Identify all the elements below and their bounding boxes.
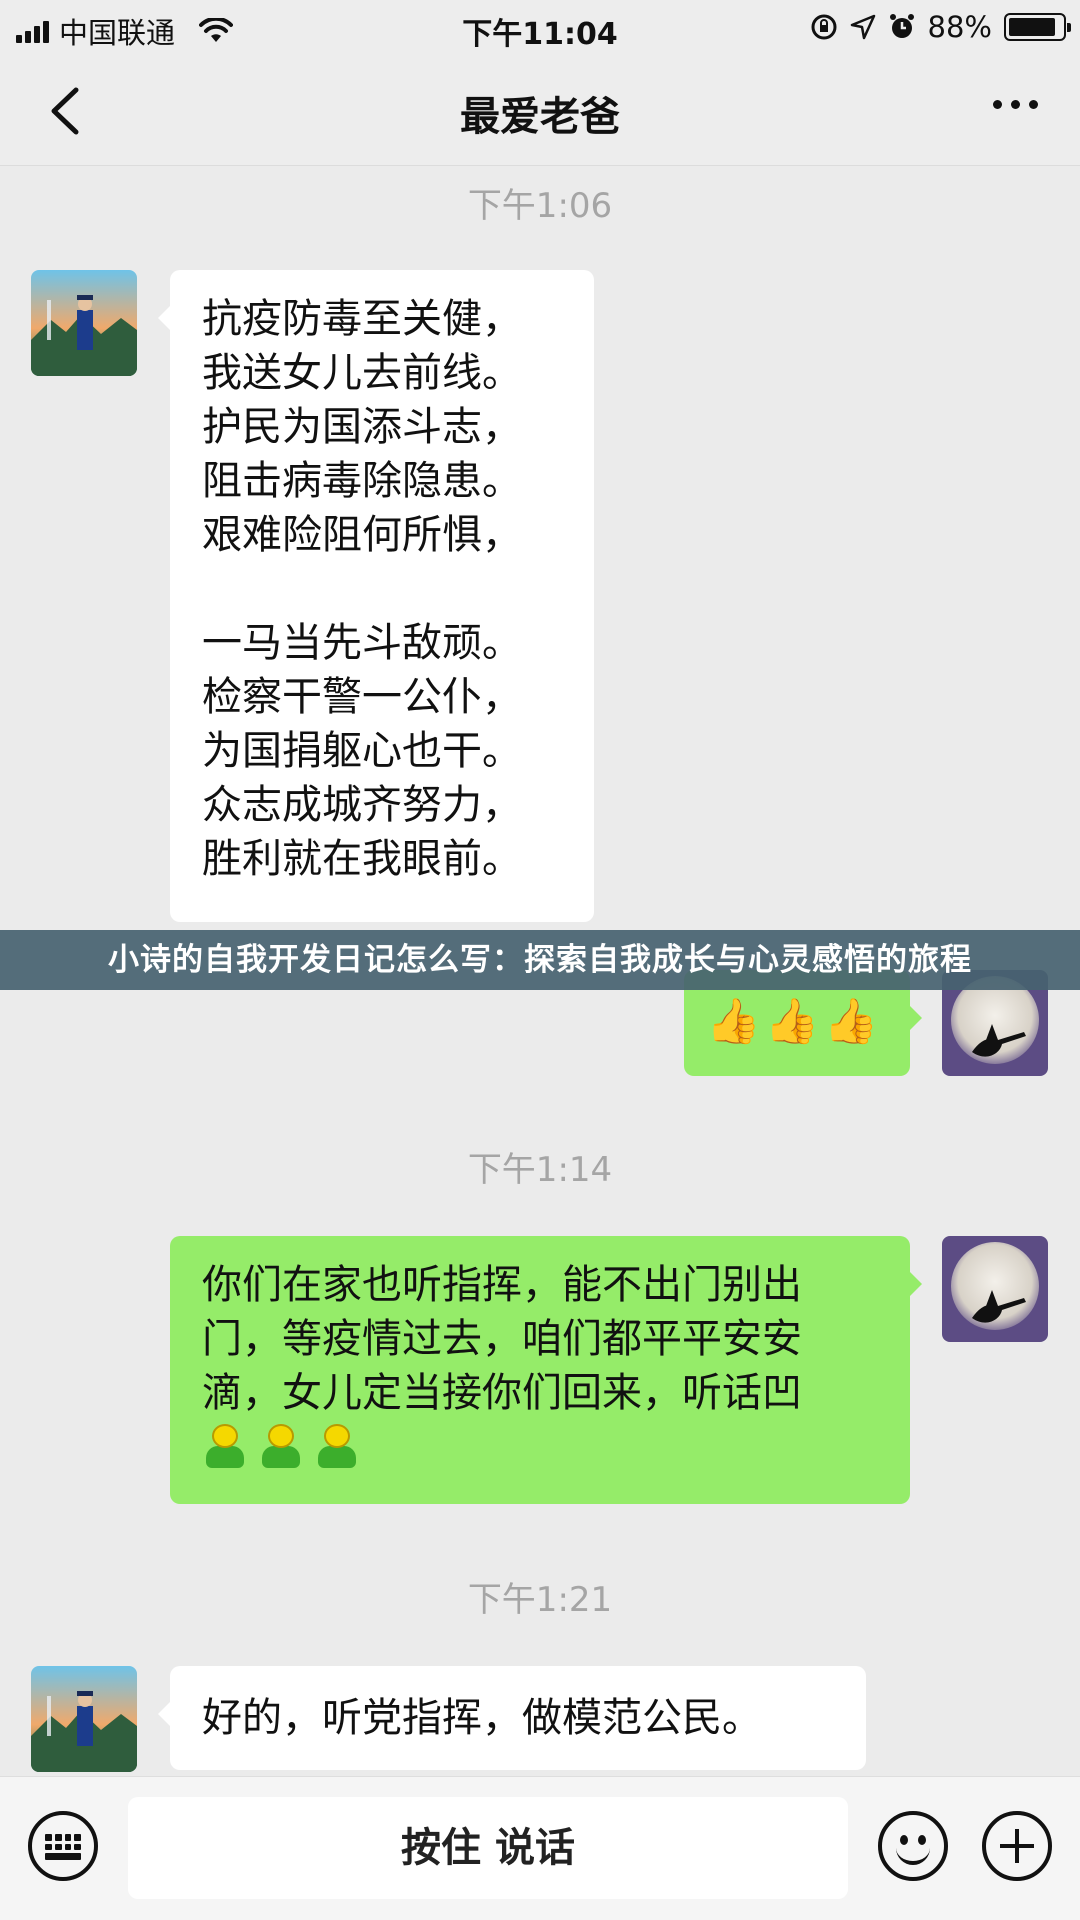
plus-icon[interactable] [982,1811,1052,1881]
message-line: 阻击病毒除隐患。 [202,458,522,504]
message-bubble-incoming[interactable]: 抗疫防毒至关健， 我送女儿去前线。 护民为国添斗志， 阻击病毒除隐患。 艰难险阻… [158,270,594,922]
thumbs-up-emoji: 👍👍👍 [706,996,883,1047]
input-bar: 按住 说话 [0,1776,1080,1920]
rotation-lock-icon [811,14,837,40]
battery-percent: 88% [927,10,992,44]
message-line: 滴，女儿定当接你们回来，听话凹 [202,1370,802,1416]
message-line: 抗疫防毒至关健， [202,296,522,342]
green-character-icon [202,1424,248,1470]
message-line: 护民为国添斗志， [202,404,522,450]
alarm-icon [889,14,914,38]
message-line: 门，等疫情过去，咱们都平平安安 [202,1316,802,1362]
message-line: 胜利就在我眼前。 [202,836,522,882]
message-line: 我送女儿去前线。 [202,350,522,396]
status-bar: 中国联通 下午11:04 88% [0,0,1080,56]
green-character-icon [258,1424,304,1470]
message-text: 好的，听党指挥，做模范公民。 [202,1695,762,1741]
message-timestamp: 下午1:21 [467,1580,613,1620]
message-line: 为国捐躯心也干。 [202,728,522,774]
message-bubble-incoming[interactable]: 好的，听党指挥，做模范公民。 [158,1666,866,1770]
chat-header: 最爱老爸 [0,56,1080,166]
message-timestamp: 下午1:14 [467,1150,613,1190]
green-character-icon [314,1424,360,1470]
overlay-banner: 小诗的自我开发日记怎么写：探索自我成长与心灵感悟的旅程 [0,930,1080,990]
battery-icon [1004,13,1071,41]
message-line: 检察干警一公仆， [202,674,522,720]
smiley-icon[interactable] [878,1811,948,1881]
location-arrow-icon [850,14,875,40]
emoji-row [202,1424,878,1470]
message-line: 一马当先斗敌顽。 [202,620,522,666]
chat-title: 最爱老爸 [460,94,620,140]
more-dots-icon[interactable] [993,100,1038,109]
message-line: 众志成城齐努力， [202,782,522,828]
message-line: 你们在家也听指挥，能不出门别出 [202,1262,802,1308]
message-line: 艰难险阻何所惧， [202,512,522,558]
avatar[interactable] [942,1236,1048,1342]
keyboard-icon[interactable] [28,1811,98,1881]
hold-to-talk-button[interactable]: 按住 说话 [128,1797,848,1899]
message-bubble-outgoing[interactable]: 你们在家也听指挥，能不出门别出 门，等疫情过去，咱们都平平安安 滴，女儿定当接你… [170,1236,922,1504]
avatar[interactable] [31,1666,137,1772]
message-timestamp: 下午1:06 [467,186,613,226]
avatar[interactable] [31,270,137,376]
